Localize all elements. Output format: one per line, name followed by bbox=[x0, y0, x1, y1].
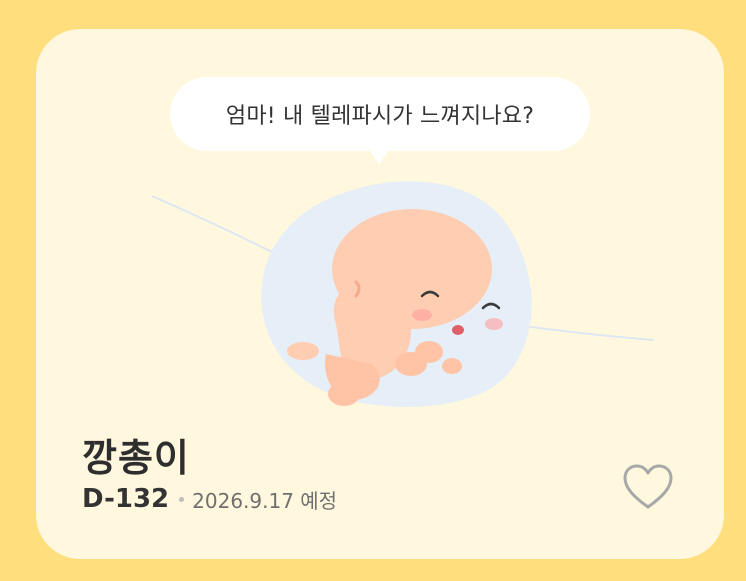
baby-card: 엄마! 내 텔레파시가 느껴지나요? 깡총이 D-132 2026.9.17 예… bbox=[36, 29, 724, 559]
speech-bubble: 엄마! 내 텔레파시가 느껴지나요? bbox=[170, 77, 590, 151]
d-day-count: D-132 bbox=[82, 484, 170, 514]
separator-dot bbox=[179, 496, 185, 502]
due-date: 2026.9.17 예정 bbox=[192, 488, 338, 513]
fetus-illustration bbox=[151, 181, 655, 407]
speech-bubble-text: 엄마! 내 텔레파시가 느껴지나요? bbox=[225, 104, 535, 129]
due-info: D-132 2026.9.17 예정 bbox=[82, 484, 337, 514]
baby-name: 깡총이 bbox=[82, 436, 190, 480]
speech-bubble-tail bbox=[368, 147, 390, 165]
heart-icon[interactable] bbox=[622, 463, 674, 511]
